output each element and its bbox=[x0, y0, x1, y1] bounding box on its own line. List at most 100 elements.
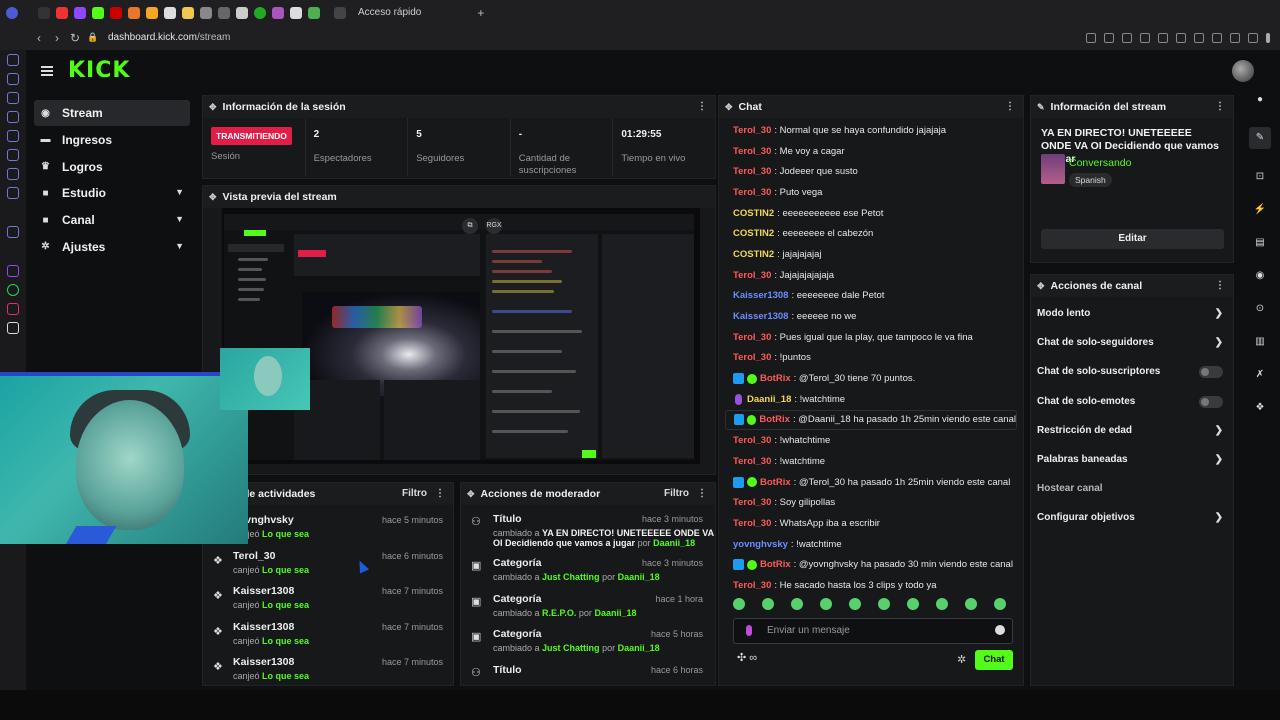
list-item[interactable]: ▣ Categoría cambiado a R.E.P.O. por Daan… bbox=[461, 589, 715, 625]
forward-icon[interactable]: › bbox=[48, 31, 66, 45]
gear-icon[interactable]: ✲ bbox=[957, 653, 966, 666]
extension-icon[interactable] bbox=[1140, 32, 1150, 43]
emote-icon[interactable] bbox=[965, 598, 977, 610]
chat-username[interactable]: Terol_30 bbox=[733, 456, 771, 467]
extension-icon[interactable] bbox=[1194, 32, 1204, 43]
popout-icon[interactable]: ⧉ bbox=[462, 218, 478, 234]
chat-message[interactable]: BotRix: @Terol_30 tiene 70 puntos. bbox=[725, 368, 1017, 389]
chat-message[interactable]: Terol_30: He sacado hasta los 3 clips y … bbox=[725, 575, 1017, 596]
action-host-channel[interactable]: Hostear canal bbox=[1031, 474, 1233, 503]
list-item[interactable]: ▣ Categoría cambiado a Just Chatting por… bbox=[461, 553, 715, 589]
kebab-menu-icon[interactable]: ⋮ bbox=[435, 488, 445, 499]
tab-icon[interactable] bbox=[128, 6, 140, 19]
chat-username[interactable]: COSTIN2 bbox=[733, 208, 774, 219]
action-slow-mode[interactable]: Modo lento ❯ bbox=[1031, 299, 1233, 328]
toggle-switch[interactable] bbox=[1199, 366, 1223, 379]
home-icon[interactable] bbox=[7, 54, 19, 66]
list-item[interactable]: ⚇ Título cambiado a YA EN DIRECTO! UNETE… bbox=[461, 509, 715, 553]
chat-username[interactable]: BotRix bbox=[760, 373, 791, 384]
reload-icon[interactable]: ↻ bbox=[66, 31, 84, 45]
url-field[interactable]: dashboard.kick.com/stream bbox=[108, 32, 230, 43]
chat-username[interactable]: Terol_30 bbox=[733, 497, 771, 508]
extension-icon[interactable] bbox=[1176, 32, 1186, 43]
sidebar-item-canal[interactable]: ■ Canal ▼ bbox=[34, 207, 190, 233]
emote-icon[interactable] bbox=[936, 598, 948, 610]
drag-handle-icon[interactable]: ✥ bbox=[725, 102, 733, 113]
extension-icon[interactable] bbox=[1104, 32, 1114, 43]
action-followers-only[interactable]: Chat de solo-seguidores ❯ bbox=[1031, 328, 1233, 357]
list-item[interactable]: ❖ Kaisser1308 canjeó Lo que sea hace 7 m… bbox=[203, 581, 453, 617]
whatsapp-icon[interactable] bbox=[7, 284, 19, 296]
chat-message[interactable]: Terol_30: Normal que se haya confundido … bbox=[725, 120, 1017, 141]
action-subscribers-only[interactable]: Chat de solo-suscriptores bbox=[1031, 357, 1233, 386]
kebab-menu-icon[interactable]: ⋮ bbox=[697, 488, 707, 499]
chat-message[interactable]: BotRix: @yovnghvsky ha pasado 30 min vie… bbox=[725, 554, 1017, 575]
chat-message[interactable]: Terol_30: Jodeeer que susto bbox=[725, 161, 1017, 182]
sidebar-app-icon[interactable] bbox=[7, 226, 19, 238]
new-tab-icon[interactable]: + bbox=[477, 6, 484, 20]
tab-icon[interactable] bbox=[38, 6, 50, 19]
extension-icon[interactable] bbox=[1212, 32, 1222, 43]
extension-icon[interactable] bbox=[1086, 32, 1096, 43]
info-icon[interactable]: ● bbox=[1253, 94, 1267, 105]
pencil-icon[interactable]: ✎ bbox=[1249, 127, 1271, 149]
action-banned-words[interactable]: Palabras baneadas ❯ bbox=[1031, 445, 1233, 474]
chat-username[interactable]: Kaisser1308 bbox=[733, 290, 788, 301]
kebab-menu-icon[interactable]: ⋮ bbox=[1005, 101, 1015, 112]
chat-username[interactable]: Terol_30 bbox=[733, 580, 771, 591]
sidebar-item-stream[interactable]: ◉ Stream bbox=[34, 100, 190, 126]
filter-button[interactable]: Filtro bbox=[664, 488, 689, 499]
chat-message[interactable]: Terol_30: Jajajajajajaja bbox=[725, 265, 1017, 286]
tab-icon[interactable] bbox=[200, 6, 212, 19]
emote-icon[interactable] bbox=[820, 598, 832, 610]
chat-username[interactable]: Terol_30 bbox=[733, 125, 771, 136]
chat-username[interactable]: Terol_30 bbox=[733, 270, 771, 281]
back-icon[interactable]: ‹ bbox=[30, 31, 48, 45]
youtube-icon[interactable] bbox=[56, 6, 68, 19]
emote-icon[interactable] bbox=[994, 598, 1006, 610]
emote-icon[interactable] bbox=[762, 598, 774, 610]
instagram-icon[interactable] bbox=[7, 303, 19, 315]
sidebar-app-icon[interactable] bbox=[7, 168, 19, 180]
chat-message[interactable]: Terol_30: !watchtime bbox=[725, 451, 1017, 472]
emote-icon[interactable] bbox=[849, 598, 861, 610]
menu-icon[interactable] bbox=[1266, 32, 1270, 43]
tab-icon[interactable] bbox=[308, 6, 320, 19]
chat-username[interactable]: Terol_30 bbox=[733, 166, 771, 177]
sidebar-app-icon[interactable] bbox=[7, 111, 19, 123]
chat-message[interactable]: BotRix: @Daanii_18 ha pasado 1h 25min vi… bbox=[725, 409, 1017, 431]
drag-handle-icon[interactable]: ✥ bbox=[209, 192, 217, 203]
netflix-icon[interactable] bbox=[110, 6, 122, 19]
list-item[interactable]: ❖ Kaisser1308 canjeó Lo que sea hace 7 m… bbox=[203, 652, 453, 685]
sidebar-app-icon[interactable] bbox=[7, 149, 19, 161]
chat-username[interactable]: Terol_30 bbox=[733, 352, 771, 363]
chat-message[interactable]: BotRix: @Terol_30 ha pasado 1h 25min vie… bbox=[725, 472, 1017, 493]
tab-icon[interactable] bbox=[218, 6, 230, 19]
sidebar-item-estudio[interactable]: ■ Estudio ▼ bbox=[34, 180, 190, 206]
extension-icon[interactable] bbox=[1158, 32, 1168, 43]
emoji-icon[interactable] bbox=[995, 625, 1005, 635]
chat-message[interactable]: yovnghvsky: !watchtime bbox=[725, 534, 1017, 555]
chat-message[interactable]: Daanii_18: !watchtime bbox=[725, 389, 1017, 410]
kebab-menu-icon[interactable]: ⋮ bbox=[1215, 101, 1225, 112]
drag-handle-icon[interactable]: ✥ bbox=[1037, 281, 1045, 292]
chat-message[interactable]: Kaisser1308: eeeeee no we bbox=[725, 306, 1017, 327]
tab-icon[interactable] bbox=[254, 6, 266, 19]
sidebar-app-icon[interactable] bbox=[7, 92, 19, 104]
sidebar-app-icon[interactable] bbox=[7, 187, 19, 199]
chat-message[interactable]: Terol_30: !whatchtime bbox=[725, 430, 1017, 451]
chat-username[interactable]: COSTIN2 bbox=[733, 249, 774, 260]
chat-username[interactable]: BotRix bbox=[760, 477, 791, 488]
wrench-icon[interactable]: ✎ bbox=[1037, 102, 1045, 113]
emote-icon[interactable] bbox=[907, 598, 919, 610]
stream-preview-video[interactable]: ⧉ RGX bbox=[222, 208, 700, 464]
extension-icon[interactable] bbox=[1230, 32, 1240, 43]
drag-handle-icon[interactable]: ✥ bbox=[467, 489, 475, 500]
tab-icon[interactable] bbox=[236, 6, 248, 19]
twitch-icon[interactable] bbox=[74, 6, 86, 19]
chat-send-button[interactable]: Chat bbox=[975, 650, 1013, 670]
emote-icon[interactable] bbox=[791, 598, 803, 610]
action-emotes-only[interactable]: Chat de solo-emotes bbox=[1031, 387, 1233, 416]
edit-button[interactable]: Editar bbox=[1041, 229, 1224, 249]
chat-username[interactable]: Kaisser1308 bbox=[733, 311, 788, 322]
